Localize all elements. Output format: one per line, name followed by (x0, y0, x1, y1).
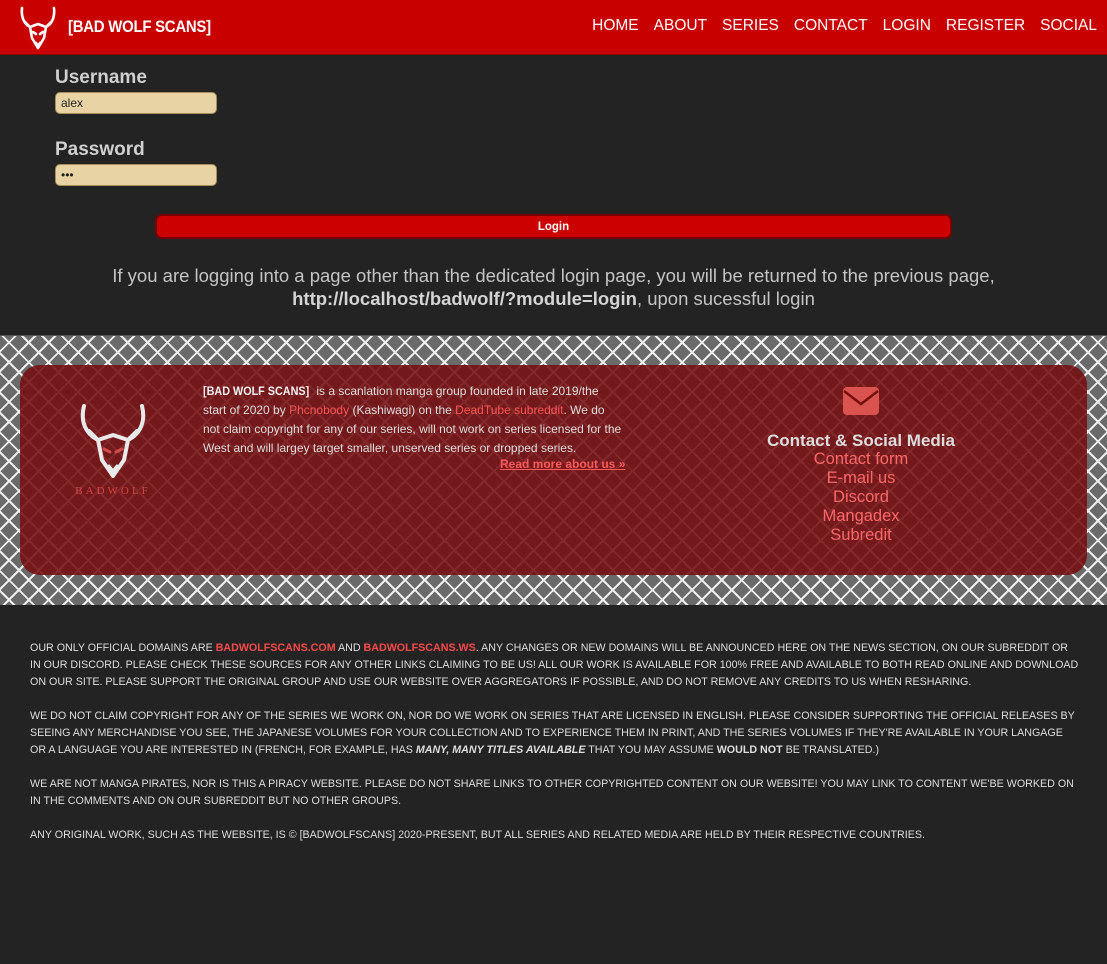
logo-text: BADWOLF (75, 485, 150, 497)
notice-tail: , upon sucessful login (636, 288, 815, 309)
username-input[interactable] (55, 92, 217, 114)
nav-about[interactable]: ABOUT (654, 17, 707, 35)
notice-text: If you are logging into a page other tha… (112, 265, 995, 286)
username-label: Username (55, 67, 147, 88)
disclaimer-text: that you may assume (585, 744, 717, 756)
disclaimer-original-work: Any original work, such as the website, … (30, 829, 925, 841)
contact-title: Contact & Social Media (767, 431, 955, 450)
badwolf-logo: BADWOLF (75, 404, 150, 497)
disclaimer-domains: Our only official domains are BADWOLFSCA… (30, 640, 1080, 691)
disclaimer-copyright: We do not claim copyright for any of the… (30, 708, 1080, 759)
contact-form-link[interactable]: Contact form (740, 450, 982, 469)
about-text-2: (Kashiwagi) on the (349, 403, 456, 417)
disclaimer-text: Our only official domains are (30, 642, 216, 654)
domain-link-com[interactable]: BADWOLFSCANS.COM (216, 642, 336, 654)
about-blurb: [BAD WOLF SCANS] is a scanlation manga g… (203, 382, 623, 458)
password-input[interactable] (55, 164, 217, 186)
mangadex-link[interactable]: Mangadex (740, 507, 982, 526)
password-label: Password (55, 139, 145, 160)
subreddit-link-footer[interactable]: Subredit (740, 526, 982, 545)
envelope-icon (843, 387, 879, 415)
about-brand: [BAD WOLF SCANS] (203, 384, 310, 398)
contact-section: Contact & Social Media Contact form E-ma… (740, 382, 982, 545)
domain-link-ws[interactable]: BADWOLFSCANS.WS (364, 642, 476, 654)
discord-link[interactable]: Discord (740, 488, 982, 507)
disclaimer-text: be translated.) (782, 744, 880, 756)
wolf-head-icon[interactable] (16, 5, 60, 51)
login-redirect-notice: If you are logging into a page other tha… (0, 264, 1107, 310)
nav-contact[interactable]: CONTACT (794, 17, 868, 35)
disclaimer-bold: would not (716, 744, 783, 756)
disclaimer-text: and (335, 642, 364, 654)
disclaimer-emphasis: many, many titles available (415, 744, 586, 756)
site-title[interactable]: [BAD WOLF SCANS] (68, 17, 211, 37)
nav-social[interactable]: SOCIAL (1040, 17, 1097, 35)
nav-series[interactable]: SERIES (722, 17, 779, 35)
email-link[interactable]: E-mail us (740, 469, 982, 488)
nav-register[interactable]: REGISTER (946, 17, 1025, 35)
subreddit-link[interactable]: DeadTube subreddit (455, 403, 563, 417)
top-navbar: [BAD WOLF SCANS] HOME ABOUT SERIES CONTA… (0, 0, 1107, 55)
read-more-link[interactable]: Read more about us » (500, 457, 625, 471)
login-button[interactable]: Login (155, 214, 952, 239)
nav-login[interactable]: LOGIN (883, 17, 931, 35)
notice-url: http://localhost/badwolf/?module=login (292, 288, 637, 309)
main-nav: HOME ABOUT SERIES CONTACT LOGIN REGISTER… (577, 17, 1097, 35)
nav-home[interactable]: HOME (592, 17, 639, 35)
founder-link[interactable]: Phcnobody (289, 403, 349, 417)
disclaimer-piracy: We are not manga pirates, nor is this a … (30, 778, 1074, 807)
